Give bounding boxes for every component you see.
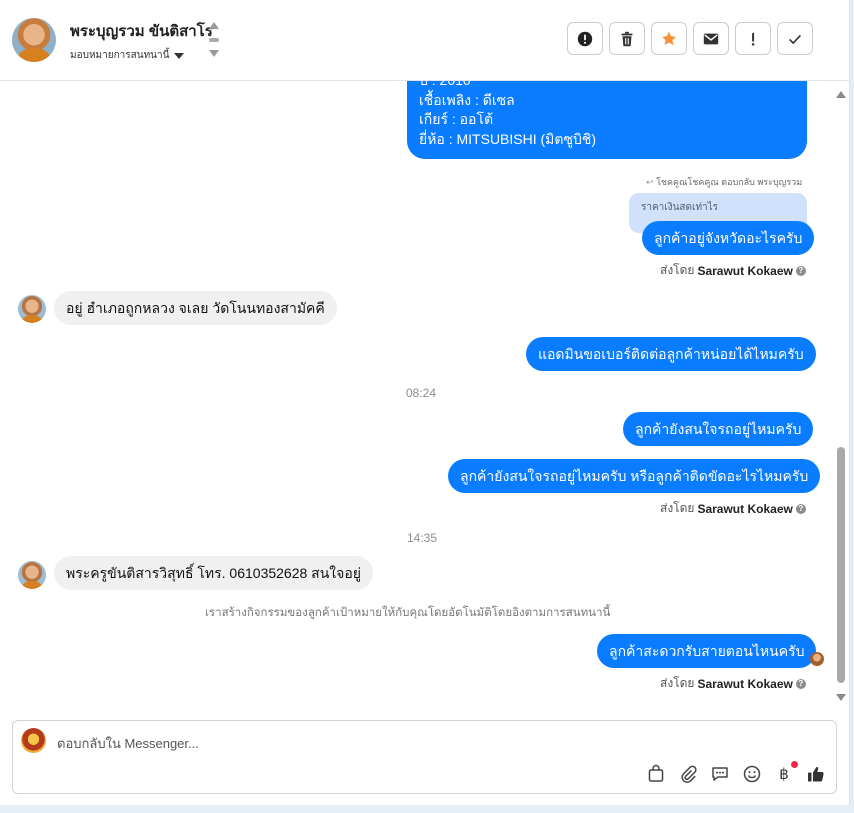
emoji-icon[interactable] <box>742 764 762 784</box>
assign-conversation-dropdown[interactable]: มอบหมายการสนทนานี้ <box>70 48 185 63</box>
car-info-brand: ยี่ห้อ : MITSUBISHI (มิตซูบิชิ) <box>419 130 597 147</box>
incoming-message[interactable]: พระครูขันติสารวิสุทธิ์ โทร. 0610352628 ส… <box>54 556 373 590</box>
chevron-down-icon <box>174 52 185 59</box>
message-composer: ฿ <box>12 720 837 794</box>
help-icon[interactable]: ? <box>795 503 806 514</box>
assign-label: มอบหมายการสนทนานี้ <box>70 50 170 61</box>
report-button[interactable] <box>567 22 603 55</box>
seen-avatar <box>810 652 824 666</box>
check-icon <box>789 34 801 44</box>
car-info-gear: เกียร์ : ออโต้ <box>419 111 494 127</box>
help-icon[interactable]: ? <box>795 678 806 689</box>
timestamp: 14:35 <box>407 531 438 545</box>
scrollbar-thumb[interactable] <box>837 447 845 683</box>
scrollbar[interactable] <box>836 87 846 705</box>
mark-done-button[interactable] <box>777 22 813 55</box>
outgoing-message[interactable]: ลูกค้ายังสนใจรถอยู่ไหมครับ <box>623 412 814 446</box>
exclamation-icon <box>751 32 755 46</box>
star-icon <box>661 31 677 45</box>
page-avatar <box>21 728 46 753</box>
outgoing-message[interactable]: ลูกค้าอยู่จังหวัดอะไรครับ <box>642 221 815 255</box>
reply-meta: ↩ โชคคูณโชคคูณ ตอบกลับ พระบุญรวม <box>646 177 803 187</box>
timestamp: 08:24 <box>406 386 437 400</box>
like-icon[interactable] <box>806 764 826 784</box>
outgoing-message[interactable]: แอดมินขอเบอร์ติดต่อลูกค้าหน่อยได้ไหมครับ <box>526 337 816 371</box>
paperclip-icon[interactable] <box>678 764 698 784</box>
sent-by: ส่งโดย Sarawut Kokaew ? <box>660 499 806 518</box>
sent-by: ส่งโดย Sarawut Kokaew ? <box>660 674 806 693</box>
conversation-panel: พระบุญรวม ขันติสาโร มอบหมายการสนทนานี้ เ… <box>0 0 850 805</box>
reply-input[interactable] <box>57 733 617 753</box>
sent-by: ส่งโดย Sarawut Kokaew ? <box>660 261 806 280</box>
contact-name[interactable]: พระบุญรวม ขันติสาโร <box>70 19 213 43</box>
composer-tools: ฿ <box>646 761 826 784</box>
baht-icon[interactable]: ฿ <box>774 761 798 784</box>
system-note: เราสร้างกิจกรรมของลูกค้าเป้าหมายให้กับคุ… <box>205 607 611 619</box>
message-thread[interactable]: ปี : 2010 เชื้อเพลิง : ดีเซล เกียร์ : ออ… <box>0 81 849 709</box>
conversation-header: พระบุญรวม ขันติสาโร มอบหมายการสนทนานี้ <box>0 0 849 81</box>
alert-circle-icon <box>577 31 593 46</box>
shopping-bag-icon[interactable] <box>646 764 666 784</box>
follow-up-button[interactable] <box>735 22 771 55</box>
outgoing-message[interactable]: ลูกค้ายังสนใจรถอยู่ไหมครับ หรือลูกค้าติด… <box>448 459 821 493</box>
avatar[interactable] <box>12 18 56 62</box>
scroll-down-icon[interactable] <box>836 694 846 701</box>
avatar[interactable] <box>18 295 46 323</box>
saved-reply-icon[interactable] <box>710 764 730 784</box>
notification-dot <box>791 761 798 768</box>
sort-toggle-icon[interactable] <box>209 20 219 60</box>
reply-arrow-icon: ↩ <box>646 177 654 187</box>
trash-icon <box>621 31 633 46</box>
mark-unread-button[interactable] <box>693 22 729 55</box>
car-info-fuel: เชื้อเพลิง : ดีเซล <box>419 91 515 108</box>
outgoing-message[interactable]: ปี : 2010 เชื้อเพลิง : ดีเซล เกียร์ : ออ… <box>407 81 807 159</box>
car-info-year: ปี : 2010 <box>419 81 795 91</box>
envelope-icon <box>703 33 719 44</box>
outgoing-message[interactable]: ลูกค้าสะดวกรับสายตอนไหนครับ <box>597 634 817 668</box>
star-button[interactable] <box>651 22 687 55</box>
delete-button[interactable] <box>609 22 645 55</box>
avatar[interactable] <box>18 561 46 589</box>
conversation-toolbar <box>567 22 813 55</box>
scroll-up-icon[interactable] <box>836 91 846 98</box>
help-icon[interactable]: ? <box>795 265 806 276</box>
incoming-message[interactable]: อยู่ ฮำเภอถูกหลวง จเลย วัดโนนทองสามัคคี <box>54 291 337 325</box>
